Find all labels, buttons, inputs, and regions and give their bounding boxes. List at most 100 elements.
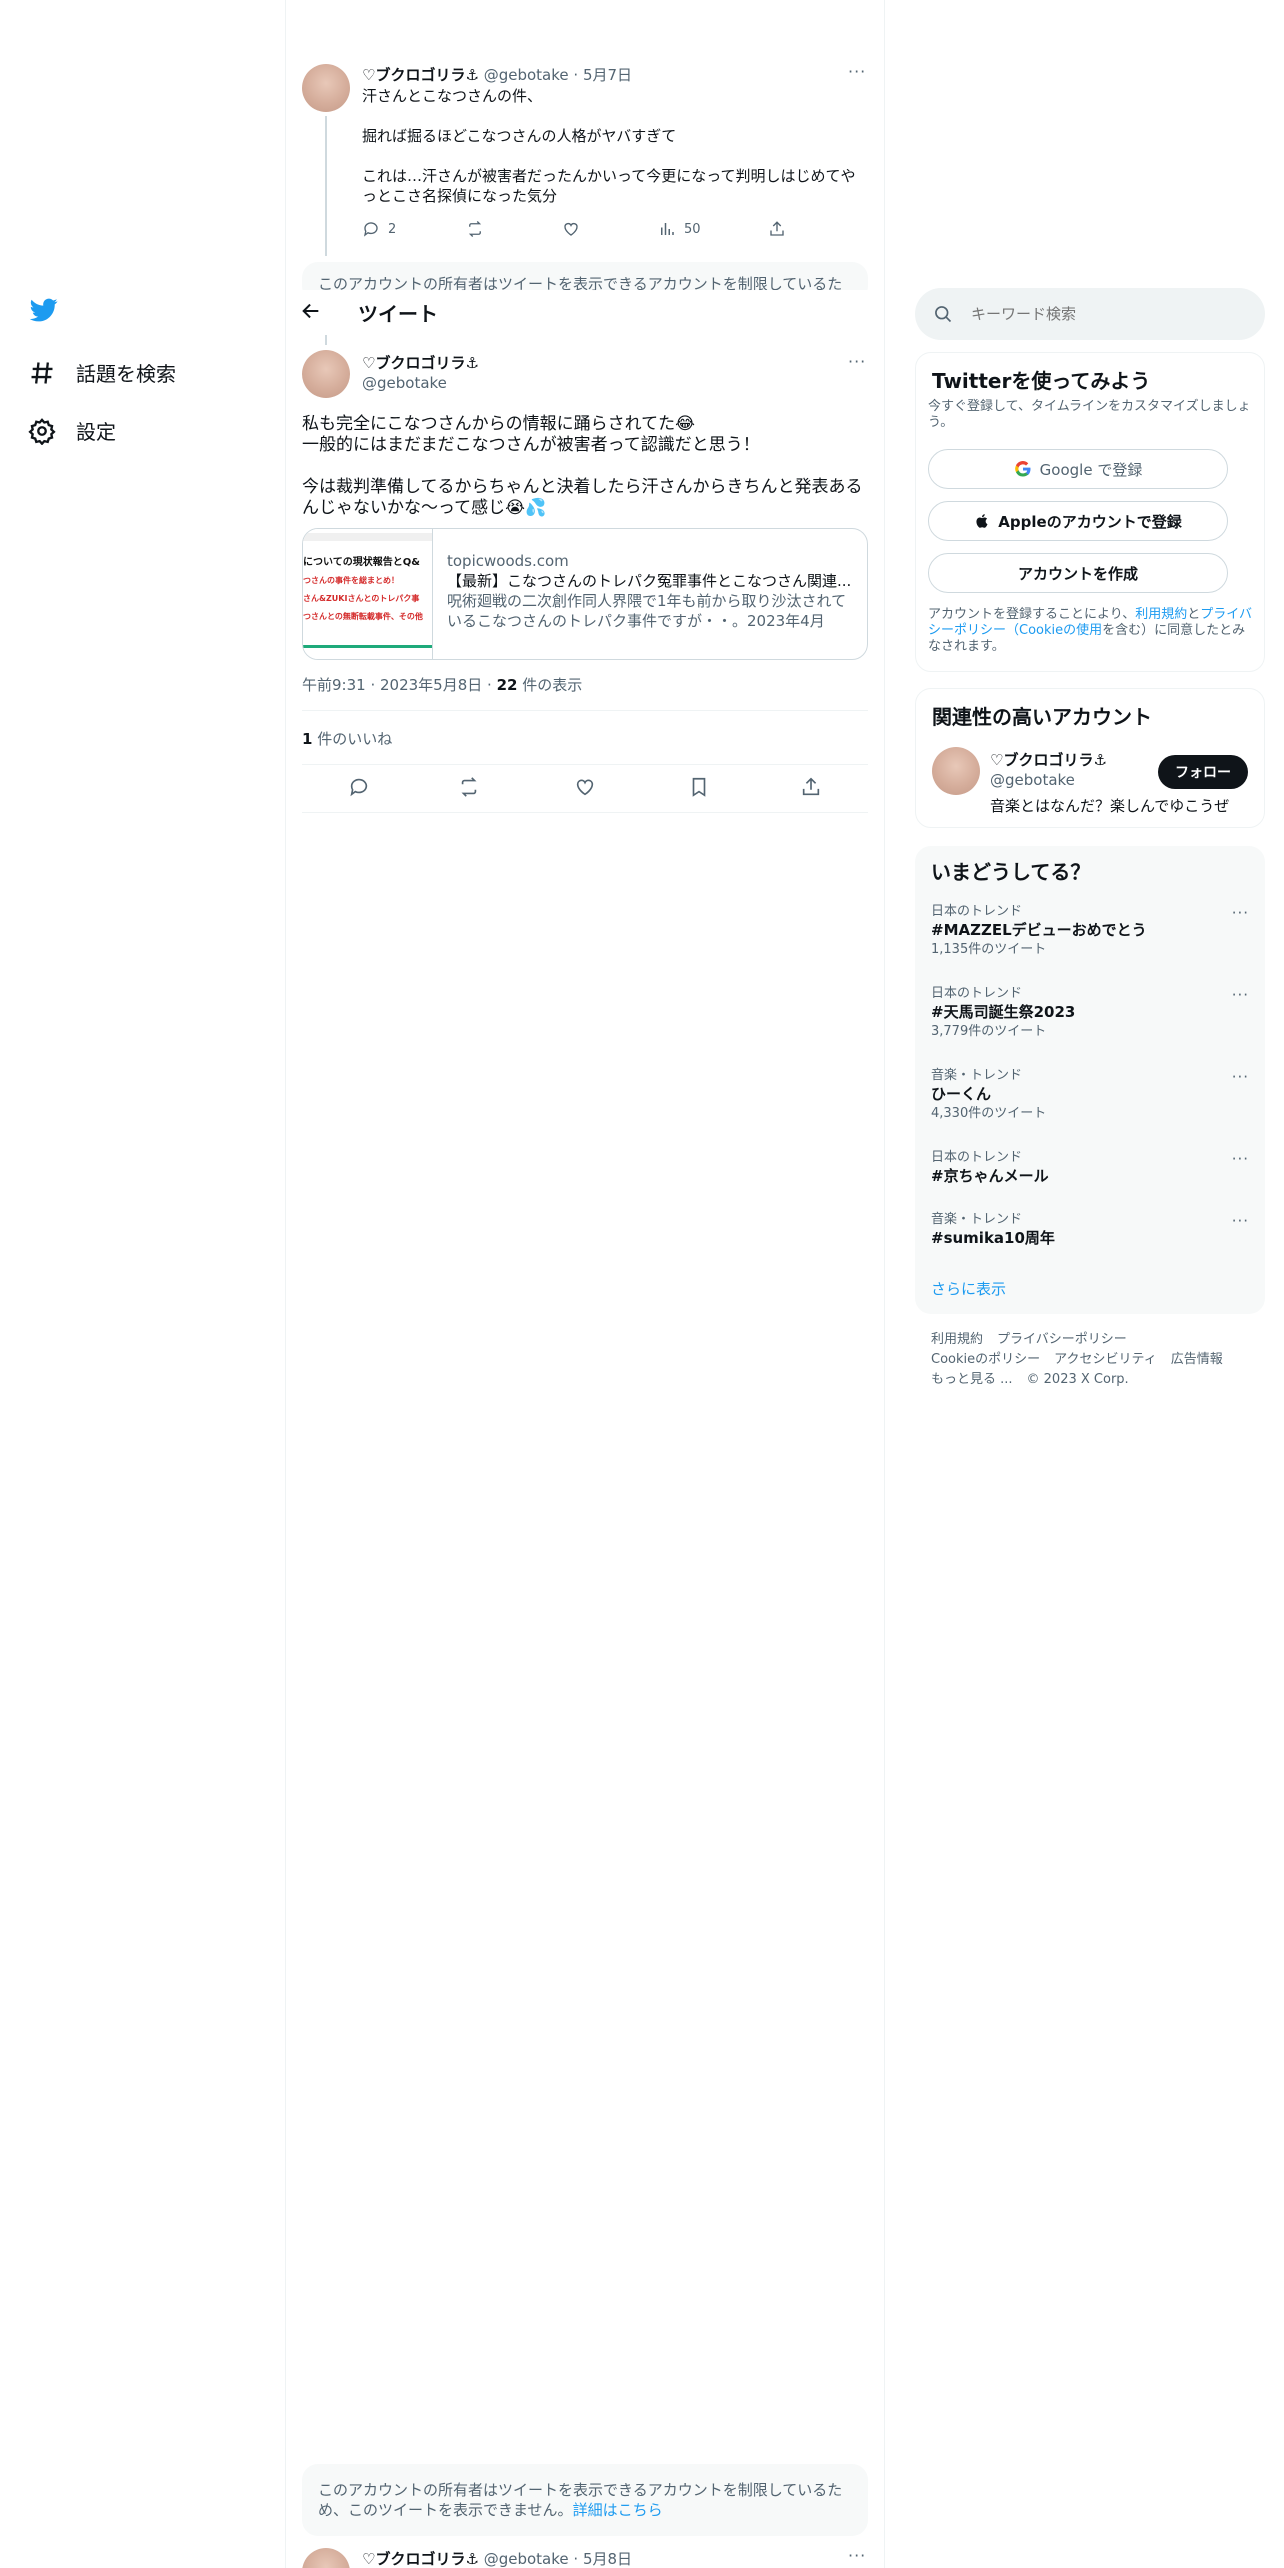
tweet-date[interactable]: 5月8日 bbox=[583, 2550, 632, 2568]
avatar[interactable] bbox=[302, 350, 350, 398]
display-name[interactable]: ♡ブクロゴリラ⚓ bbox=[362, 352, 479, 373]
back-button[interactable] bbox=[300, 300, 322, 326]
handle[interactable]: @gebotake bbox=[362, 374, 447, 392]
reply-button[interactable] bbox=[348, 776, 370, 802]
footer-link[interactable]: 広告情報 bbox=[1171, 1352, 1223, 1367]
search-input[interactable] bbox=[971, 302, 1241, 326]
twitter-bird-icon[interactable] bbox=[28, 296, 60, 328]
footer-link[interactable]: もっと見る ... bbox=[931, 1372, 1013, 1387]
trend-name: #京ちゃんメール bbox=[931, 1167, 1049, 1185]
tweet-full-date[interactable]: 2023年5月8日 bbox=[380, 676, 482, 694]
main-tweet-text: 私も完全にこなつさんからの情報に踊らされてた😂 一般的にはまだまだこなつさんが被… bbox=[302, 414, 863, 518]
cookie-link[interactable]: Cookieの使用 bbox=[1019, 623, 1102, 638]
tweet-meta: 午前9:31 · 2023年5月8日 · 22 件の表示 bbox=[302, 674, 582, 695]
views-button[interactable]: 50 bbox=[658, 220, 701, 238]
retweet-button[interactable] bbox=[458, 776, 480, 802]
nav-settings[interactable]: 設定 bbox=[28, 416, 116, 445]
trend-count: 3,779件のツイート bbox=[931, 1024, 1047, 1039]
display-name[interactable]: ♡ブクロゴリラ⚓ bbox=[362, 66, 479, 84]
share-button[interactable] bbox=[800, 776, 822, 802]
card-thumbnail: についての現状報告とQ& つさんの事件を総まとめ！ さん&ZUKIさんとのトレパ… bbox=[303, 529, 433, 659]
nav-explore[interactable]: 話題を検索 bbox=[28, 358, 176, 387]
display-name[interactable]: ♡ブクロゴリラ⚓ bbox=[362, 2550, 479, 2568]
follow-button[interactable]: フォロー bbox=[1158, 755, 1248, 789]
bookmark-button[interactable] bbox=[688, 776, 710, 802]
signup-panel: Twitterを使ってみよう 今すぐ登録して、タイムラインをカスタマイズしましょ… bbox=[915, 352, 1265, 672]
reply-icon bbox=[350, 778, 368, 797]
likes-count: 1 bbox=[302, 730, 313, 748]
footer-link[interactable]: Cookieのポリシー bbox=[931, 1352, 1040, 1367]
tweet-date[interactable]: 5月7日 bbox=[583, 66, 632, 84]
create-account-button[interactable]: アカウントを作成 bbox=[928, 553, 1228, 593]
avatar[interactable] bbox=[302, 2548, 350, 2568]
display-name[interactable]: ♡ブクロゴリラ⚓ bbox=[990, 749, 1107, 770]
reply-button[interactable]: 2 bbox=[362, 220, 396, 238]
card-body: topicwoods.com 【最新】こなつさんのトレパク冤罪事件とこなつさん関… bbox=[433, 529, 867, 659]
legal-prefix: アカウントを登録することにより、 bbox=[928, 607, 1136, 622]
show-more-link[interactable]: さらに表示 bbox=[931, 1278, 1006, 1299]
apple-signup-button[interactable]: Appleのアカウントで登録 bbox=[928, 501, 1228, 541]
more-icon[interactable]: ··· bbox=[848, 62, 866, 81]
share-button[interactable] bbox=[768, 220, 786, 238]
trend-meta: 日本のトレンド bbox=[931, 1150, 1023, 1165]
bio: 音楽とはなんだ？楽しんでゆこうぜ bbox=[990, 797, 1230, 815]
thumb-line-2: つさんの事件を総まとめ！ bbox=[303, 576, 399, 585]
view-count: 22 bbox=[496, 676, 518, 694]
signup-title: Twitterを使ってみよう bbox=[932, 369, 1151, 393]
trend-meta: 音楽・トレンド bbox=[931, 1212, 1023, 1227]
nav-settings-label: 設定 bbox=[76, 420, 116, 444]
more-icon[interactable]: ··· bbox=[1232, 1212, 1249, 1230]
avatar[interactable] bbox=[932, 747, 980, 795]
learn-more-link[interactable]: 詳細はこちら bbox=[573, 2501, 663, 2519]
retweet-icon bbox=[468, 221, 482, 237]
card-description: 呪術廻戦の二次創作同人界隈で1年も前から取り沙汰されているこなつさんのトレパク事… bbox=[447, 592, 847, 630]
like-button[interactable] bbox=[562, 220, 580, 238]
tweet-time[interactable]: 午前9:31 bbox=[302, 676, 366, 694]
trend-item[interactable]: 日本のトレンド #MAZZELデビューおめでとう 1,135件のツイート ··· bbox=[931, 904, 1249, 958]
like-button[interactable] bbox=[574, 776, 596, 802]
more-icon[interactable]: ··· bbox=[1232, 1150, 1249, 1168]
bookmark-icon bbox=[692, 777, 706, 797]
more-icon[interactable]: ··· bbox=[1232, 1068, 1249, 1086]
trends-panel: いまどうしてる？ 日本のトレンド #MAZZELデビューおめでとう 1,135件… bbox=[915, 846, 1265, 1314]
trend-item[interactable]: 日本のトレンド #天馬司誕生祭2023 3,779件のツイート ··· bbox=[931, 986, 1249, 1040]
divider bbox=[302, 764, 868, 765]
google-signup-button[interactable]: Google で登録 bbox=[928, 449, 1228, 489]
trend-meta: 日本のトレンド bbox=[931, 986, 1023, 1001]
avatar[interactable] bbox=[302, 64, 350, 112]
next-tweet-header: ♡ブクロゴリラ⚓ @gebotake · 5月8日 bbox=[362, 2548, 632, 2568]
more-icon[interactable]: ··· bbox=[1232, 986, 1249, 1004]
retweet-button[interactable] bbox=[466, 220, 484, 238]
more-icon[interactable]: ··· bbox=[848, 2546, 866, 2565]
terms-link[interactable]: 利用規約 bbox=[1135, 607, 1187, 622]
more-icon[interactable]: ··· bbox=[848, 352, 866, 371]
more-icon[interactable]: ··· bbox=[1232, 904, 1249, 922]
footer-link[interactable]: プライバシーポリシー bbox=[997, 1332, 1127, 1347]
likes-summary[interactable]: 1 件のいいね bbox=[302, 728, 392, 749]
trend-name: #sumika10周年 bbox=[931, 1229, 1055, 1247]
search-box[interactable] bbox=[915, 288, 1265, 340]
nav-explore-label: 話題を検索 bbox=[76, 362, 176, 386]
gear-icon bbox=[28, 417, 56, 445]
reply-count: 2 bbox=[388, 221, 397, 237]
trend-item[interactable]: 音楽・トレンド #sumika10周年 ··· bbox=[931, 1212, 1249, 1248]
heart-icon bbox=[564, 222, 578, 236]
handle[interactable]: @gebotake bbox=[484, 2550, 569, 2568]
trend-name: #天馬司誕生祭2023 bbox=[931, 1003, 1076, 1021]
footer-link[interactable]: アクセシビリティ bbox=[1054, 1352, 1157, 1367]
card-title: 【最新】こなつさんのトレパク冤罪事件とこなつさん関連... bbox=[447, 572, 852, 590]
trend-item[interactable]: 日本のトレンド #京ちゃんメール ··· bbox=[931, 1150, 1249, 1186]
trends-title: いまどうしてる？ bbox=[931, 860, 1091, 884]
separator-dot: · bbox=[573, 66, 579, 84]
link-card[interactable]: についての現状報告とQ& つさんの事件を総まとめ！ さん&ZUKIさんとのトレパ… bbox=[302, 528, 868, 660]
handle[interactable]: @gebotake bbox=[990, 771, 1075, 789]
thumb-line-4: つさんとの無断転載事件、その他 bbox=[303, 612, 423, 621]
footer-link[interactable]: 利用規約 bbox=[931, 1332, 983, 1347]
trend-item[interactable]: 音楽・トレンド ひーくん 4,330件のツイート ··· bbox=[931, 1068, 1249, 1122]
apple-signup-label: Appleのアカウントで登録 bbox=[998, 512, 1182, 531]
handle[interactable]: @gebotake bbox=[484, 66, 569, 84]
view-label: 件の表示 bbox=[522, 676, 583, 694]
related-accounts-panel: 関連性の高いアカウント ♡ブクロゴリラ⚓ @gebotake 音楽とはなんだ？楽… bbox=[915, 688, 1265, 828]
right-sidebar: Twitterを使ってみよう 今すぐ登録して、タイムラインをカスタマイズしましょ… bbox=[915, 0, 1265, 2568]
create-account-label: アカウントを作成 bbox=[1017, 564, 1138, 583]
